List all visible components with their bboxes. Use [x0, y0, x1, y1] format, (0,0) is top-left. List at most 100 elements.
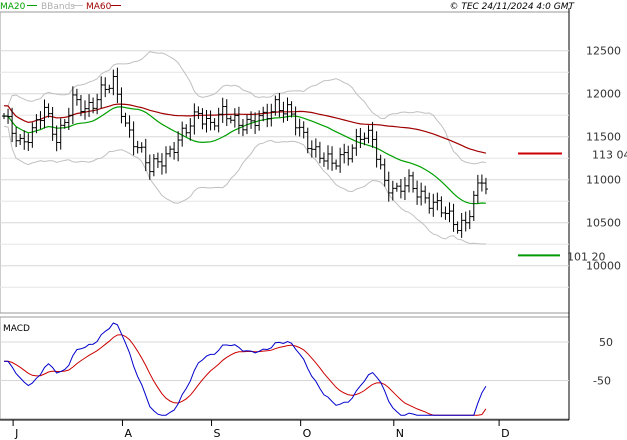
- price-bar: [127, 115, 132, 138]
- price-bar: [297, 118, 302, 137]
- copyright-text: © TEC 24/11/2024 4:0 GMT: [449, 2, 575, 12]
- price-bar: [83, 100, 87, 120]
- price-bar: [58, 118, 63, 150]
- price-bar: [216, 107, 221, 133]
- price-bar: [119, 87, 124, 124]
- price-bar: [228, 115, 233, 124]
- price-bar: [188, 118, 193, 141]
- price-bar: [431, 193, 436, 217]
- price-bar: [42, 99, 47, 129]
- price-bar: [479, 174, 484, 192]
- macd-tick-label: 50: [599, 336, 613, 349]
- price-bar: [196, 106, 201, 119]
- price-bar: [131, 121, 136, 156]
- price-bar: [164, 146, 168, 174]
- price-bar: [411, 171, 416, 193]
- month-tick-label: O: [303, 427, 312, 440]
- price-bar: [455, 221, 460, 234]
- price-tick-label: 11000: [586, 174, 621, 187]
- price-bar: [224, 99, 229, 126]
- price-bar: [293, 106, 298, 136]
- price-bar: [184, 124, 189, 137]
- month-tick-label: D: [501, 427, 509, 440]
- price-bar: [427, 192, 432, 214]
- month-tick-label: S: [214, 427, 221, 440]
- price-bar: [342, 143, 347, 164]
- price-bar: [6, 108, 11, 124]
- price-bar: [313, 138, 318, 158]
- price-bar: [26, 133, 31, 151]
- macd-axis-ticks: 50 -50: [593, 336, 613, 387]
- price-bar: [38, 111, 43, 130]
- bbands-upper-line: [3, 51, 486, 165]
- price-bar: [451, 203, 456, 232]
- price-bar: [111, 69, 116, 96]
- stock-chart: 113 04 101 20 12500120001150011000105001…: [0, 2, 627, 440]
- legend-ma60-swatch: [111, 5, 121, 6]
- price-bar: [301, 121, 306, 139]
- price-bar: [378, 154, 383, 170]
- legend-bbands-swatch: [73, 5, 83, 6]
- price-bar: [54, 125, 59, 152]
- price-bar: [439, 196, 444, 218]
- price-bar: [204, 110, 209, 133]
- price-bar: [398, 179, 403, 199]
- price-bar: [463, 211, 468, 232]
- price-bar: [382, 158, 387, 187]
- price-bar: [155, 152, 160, 168]
- price-bar: [386, 171, 391, 202]
- price-bar: [99, 76, 104, 109]
- price-bar: [366, 125, 371, 144]
- price-bar: [212, 118, 217, 131]
- legend-ma20: MA20: [0, 2, 26, 12]
- price-bar: [220, 97, 225, 123]
- price-bar: [50, 106, 55, 141]
- price-bar: [22, 130, 27, 150]
- price-bar: [447, 202, 452, 223]
- ma60-line: [3, 103, 487, 154]
- price-bar: [232, 108, 237, 128]
- price-bar: [326, 145, 330, 170]
- price-tick-label: 10500: [586, 217, 621, 230]
- price-bar: [277, 92, 282, 118]
- month-tick-label: N: [396, 427, 404, 440]
- price-bar: [394, 182, 399, 192]
- price-bar: [443, 206, 448, 220]
- price-bar: [402, 177, 407, 201]
- price-bar: [334, 159, 339, 170]
- price-bar: [107, 84, 112, 94]
- price-tick-label: 11500: [586, 131, 621, 144]
- price-bar: [151, 154, 156, 177]
- price-tick-label: 12500: [586, 45, 621, 58]
- ma20-line: [3, 106, 486, 205]
- price-bar: [459, 212, 464, 238]
- macd-panel-frame: [0, 316, 570, 420]
- price-bar: [2, 112, 6, 120]
- price-bar: [483, 177, 488, 195]
- macd-signal-line: [4, 334, 487, 416]
- price-bar: [208, 110, 213, 131]
- price-bar: [74, 88, 79, 106]
- month-axis-ticks: JASOND: [12, 420, 510, 440]
- price-bar: [321, 152, 326, 167]
- price-bar: [467, 210, 472, 230]
- price-grid: [0, 50, 569, 288]
- price-bar: [407, 169, 411, 193]
- price-bar: [115, 67, 120, 104]
- price-bar: [338, 147, 343, 173]
- legend-ma60: MA60: [86, 2, 112, 12]
- price-bar: [139, 142, 144, 153]
- price-bar: [87, 94, 92, 117]
- legend-bbands: BBands: [41, 2, 75, 12]
- month-tick-label: A: [124, 427, 132, 440]
- price-bar: [471, 190, 476, 222]
- macd-panel-title: MACD: [3, 324, 30, 334]
- price-bar: [346, 145, 351, 166]
- price-bar: [370, 121, 375, 148]
- price-bar: [350, 144, 355, 163]
- resistance-level-label: 113 04: [592, 149, 627, 162]
- price-tick-label: 10000: [586, 260, 621, 273]
- price-bar: [317, 141, 322, 164]
- price-bar: [18, 134, 23, 146]
- price-bar: [236, 106, 241, 135]
